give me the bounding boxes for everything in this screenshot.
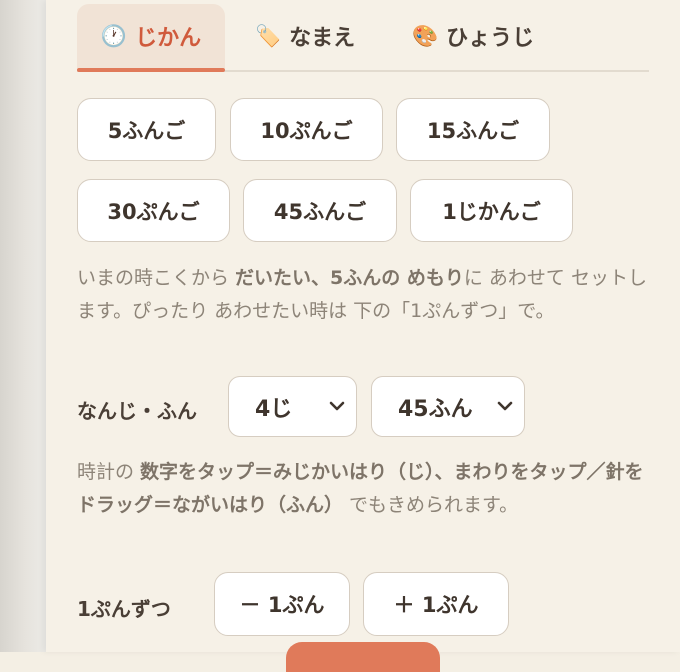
chevron-down-icon — [497, 401, 513, 411]
plus-1min-button[interactable]: ＋ 1ぷん — [363, 572, 509, 636]
tag-icon: 🏷️ — [255, 23, 282, 48]
tab-time-label: じかん — [135, 26, 202, 51]
preset-10min-button[interactable]: 10ぷんご — [230, 98, 383, 161]
rounding-emphasis: だいたい、5ふんの めもり — [235, 267, 464, 289]
clock-tap-info-text: 時計の 数字をタップ＝みじかいはり（じ）、まわりをタップ／針をドラッグ＝ながいは… — [77, 461, 644, 516]
tab-bar: 🕐 じかん 🏷️ なまえ 🎨 ひょうじ — [77, 0, 649, 72]
settings-panel: 🕐 じかん 🏷️ なまえ 🎨 ひょうじ 5ふんご 10ぷんご 15ふんご 30ぷ… — [46, 0, 680, 672]
minus-1min-button[interactable]: － 1ぷん — [214, 572, 350, 636]
preset-15min-button[interactable]: 15ふんご — [396, 98, 550, 161]
preset-45min-button[interactable]: 45ふんご — [243, 179, 397, 242]
tab-name[interactable]: 🏷️ なまえ — [255, 4, 355, 68]
tab-time[interactable]: 🕐 じかん — [77, 4, 225, 72]
clock-icon: 🕐 — [100, 23, 128, 48]
hour-select-value: 4じ — [255, 396, 293, 422]
palette-icon: 🎨 — [412, 23, 439, 48]
minute-select[interactable]: 45ふん — [371, 376, 525, 437]
preset-30min-button[interactable]: 30ぷんご — [77, 179, 230, 242]
time-select-label: なんじ・ふん — [77, 399, 197, 423]
hour-select[interactable]: 4じ — [228, 376, 357, 437]
tab-name-label: なまえ — [289, 26, 356, 51]
step-label: 1ぷんずつ — [77, 597, 171, 621]
minute-select-value: 45ふん — [398, 396, 473, 422]
primary-action-button[interactable] — [286, 642, 440, 672]
tab-display[interactable]: 🎨 ひょうじ — [412, 4, 534, 68]
tab-display-label: ひょうじ — [446, 26, 535, 51]
left-shadow — [0, 0, 46, 652]
rounding-info-text: いまの時こくから だいたい、5ふんの めもりに あわせて セットします。ぴったり… — [77, 267, 647, 322]
preset-5min-button[interactable]: 5ふんご — [77, 98, 216, 161]
preset-1hour-button[interactable]: 1じかんご — [410, 179, 573, 242]
chevron-down-icon — [329, 401, 345, 411]
